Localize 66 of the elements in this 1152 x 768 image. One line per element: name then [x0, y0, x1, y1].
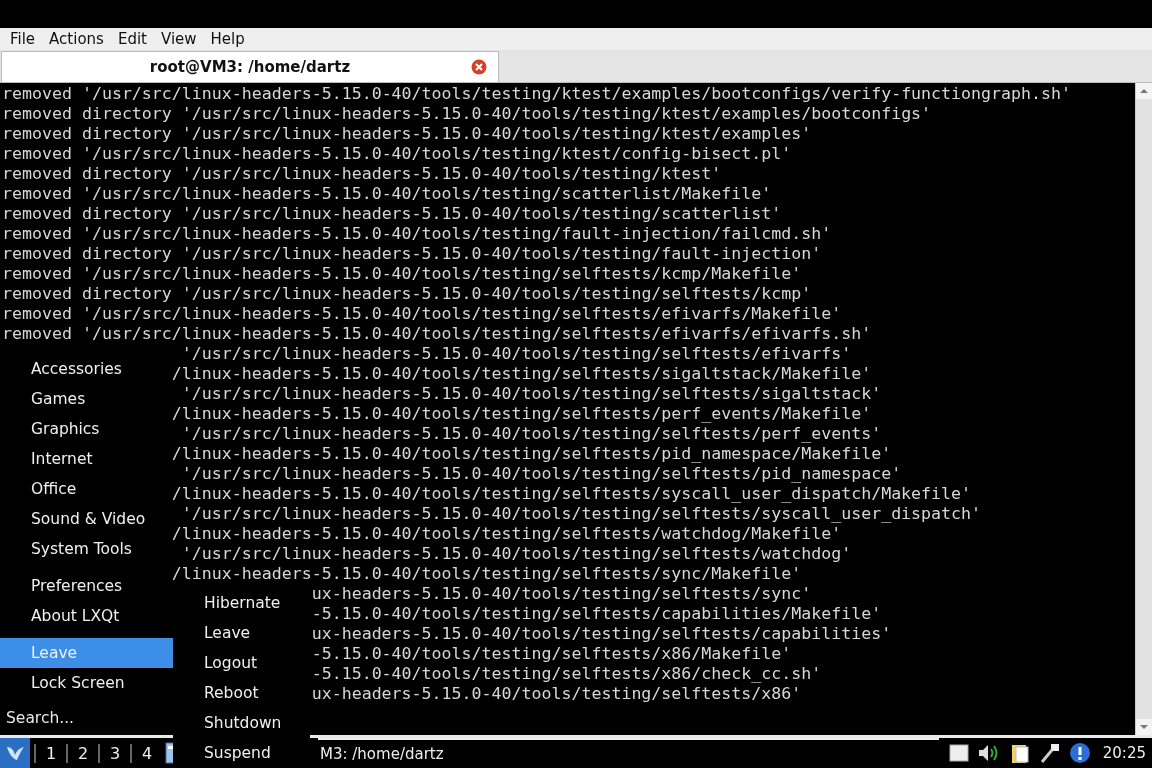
menu-item[interactable]: Graphics	[0, 414, 173, 444]
terminal-line: removed directory '/usr/src/linux-headers-5.15.0-40/tools/testing/selftests/kcmp'	[2, 284, 812, 303]
start-button[interactable]	[0, 738, 30, 768]
menu-item[interactable]: Games	[0, 384, 173, 414]
desktop-switch[interactable]: 4	[130, 743, 162, 763]
menu-item[interactable]: View	[153, 30, 204, 48]
menu-item[interactable]: Leave	[173, 618, 310, 648]
terminal-tab[interactable]: root@VM3: /home/dartz	[1, 51, 499, 82]
menu-item[interactable]: Hibernate	[173, 588, 310, 618]
terminal-line: removed '/usr/src/linux-headers-5.15.0-40/tools/testing/selftests/efivarfs/efivarfs.sh'	[2, 324, 872, 343]
desktop-switch[interactable]: 3	[98, 743, 130, 763]
terminal-line: /linux-headers-5.15.0-40/tools/testing/selftests/syscall_user_dispatch/Makefile'	[171, 484, 972, 503]
terminal-line: '/usr/src/linux-headers-5.15.0-40/tools/testing/selftests/watchdog'	[180, 544, 852, 563]
menu-item[interactable]: Suspend	[173, 738, 310, 768]
menu-item[interactable]: Office	[0, 474, 173, 504]
terminal-line: removed directory '/usr/src/linux-headers-5.15.0-40/tools/testing/scatterlist'	[2, 204, 782, 223]
terminal-line: /linux-headers-5.15.0-40/tools/testing/selftests/watchdog/Makefile'	[171, 524, 842, 543]
menu-item[interactable]: Accessories	[0, 354, 173, 384]
terminal-line: -5.15.0-40/tools/testing/selftests/capabilities/Makefile'	[311, 604, 882, 623]
menu-item[interactable]: Edit	[110, 30, 154, 48]
terminal-line: -5.15.0-40/tools/testing/selftests/x86/check_cc.sh'	[311, 664, 822, 683]
close-icon[interactable]	[471, 59, 487, 75]
clock: 20:25	[1102, 744, 1146, 762]
terminal-line: removed directory '/usr/src/linux-headers-5.15.0-40/tools/testing/ktest/examples/bootconfigs'	[2, 104, 932, 123]
terminal-line: /linux-headers-5.15.0-40/tools/testing/selftests/sync/Makefile'	[171, 564, 802, 583]
menu-item[interactable]: System Tools	[0, 534, 173, 564]
terminal-line: removed '/usr/src/linux-headers-5.15.0-40/tools/testing/selftests/efivarfs/Makefile'	[2, 304, 842, 323]
menu-item[interactable]: Reboot	[173, 678, 310, 708]
terminal-line: '/usr/src/linux-headers-5.15.0-40/tools/testing/selftests/pid_namespace'	[180, 464, 902, 483]
plug-icon[interactable]	[1038, 742, 1061, 764]
terminal-line: -5.15.0-40/tools/testing/selftests/x86/Makefile'	[311, 644, 792, 663]
terminal-line: ux-headers-5.15.0-40/tools/testing/selftests/x86'	[311, 684, 802, 703]
menu-item[interactable]: Preferences	[0, 571, 173, 601]
terminal-line: '/usr/src/linux-headers-5.15.0-40/tools/testing/selftests/sigaltstack'	[180, 384, 882, 403]
task-button[interactable]: M3: /home/dartz	[318, 738, 939, 768]
menu-item[interactable]: Logout	[173, 648, 310, 678]
menu-item[interactable]: Lock Screen	[0, 668, 173, 698]
menu-item[interactable]: Internet	[0, 444, 173, 474]
menu-item[interactable]: Help	[203, 30, 252, 48]
terminal-line: '/usr/src/linux-headers-5.15.0-40/tools/testing/selftests/perf_events'	[180, 424, 882, 443]
terminal-line: removed directory '/usr/src/linux-headers-5.15.0-40/tools/testing/ktest'	[2, 164, 722, 183]
terminal-line: removed directory '/usr/src/linux-headers-5.15.0-40/tools/testing/ktest/examples'	[2, 124, 812, 143]
desktop-switch[interactable]: 2	[66, 743, 98, 763]
drive-icon[interactable]	[948, 744, 969, 762]
terminal-line: removed '/usr/src/linux-headers-5.15.0-40/tools/testing/ktest/examples/bootconfigs/verify-functiongraph.sh'	[2, 84, 1071, 103]
desktop-switch[interactable]: 1	[34, 743, 66, 763]
terminal-line: /linux-headers-5.15.0-40/tools/testing/selftests/sigaltstack/Makefile'	[171, 364, 872, 383]
menu-item[interactable]: Sound & Video	[0, 504, 173, 534]
terminal-line: ux-headers-5.15.0-40/tools/testing/selftests/sync'	[311, 584, 812, 603]
terminal-line: '/usr/src/linux-headers-5.15.0-40/tools/testing/selftests/efivarfs'	[180, 344, 852, 363]
terminal-line: removed '/usr/src/linux-headers-5.15.0-40/tools/testing/fault-injection/failcmd.sh'	[2, 224, 832, 243]
menu-item[interactable]: Shutdown	[173, 708, 310, 738]
menu-item[interactable]: File	[3, 30, 43, 48]
info-icon[interactable]	[1068, 742, 1091, 764]
terminal-line: '/usr/src/linux-headers-5.15.0-40/tools/testing/selftests/syscall_user_dispatch'	[180, 504, 982, 523]
menu-item[interactable]: About LXQt	[0, 601, 173, 631]
terminal-line: ux-headers-5.15.0-40/tools/testing/selftests/capabilities'	[311, 624, 892, 643]
scroll-up-icon[interactable]	[1136, 83, 1152, 99]
menu-item[interactable]: Actions	[42, 30, 111, 48]
terminal-line: /linux-headers-5.15.0-40/tools/testing/selftests/perf_events/Makefile'	[171, 404, 872, 423]
terminal-line: removed '/usr/src/linux-headers-5.15.0-40/tools/testing/ktest/config-bisect.pl'	[2, 144, 792, 163]
terminal-line: /linux-headers-5.15.0-40/tools/testing/selftests/pid_namespace/Makefile'	[171, 444, 892, 463]
terminal-line: removed directory '/usr/src/linux-headers-5.15.0-40/tools/testing/fault-injection'	[2, 244, 822, 263]
terminal-line: removed '/usr/src/linux-headers-5.15.0-40/tools/testing/selftests/kcmp/Makefile'	[2, 264, 802, 283]
scroll-down-icon[interactable]	[1136, 719, 1152, 735]
terminal-line: removed '/usr/src/linux-headers-5.15.0-40/tools/testing/scatterlist/Makefile'	[2, 184, 772, 203]
